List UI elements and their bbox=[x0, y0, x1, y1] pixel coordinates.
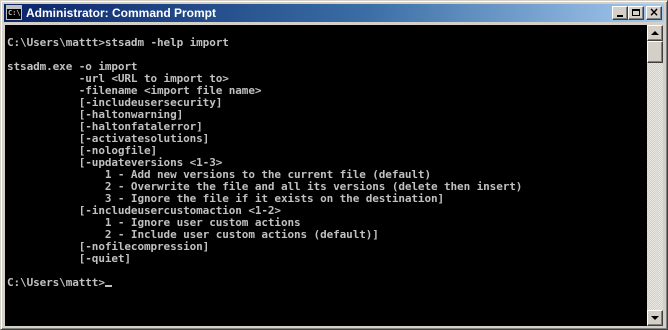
maximize-icon bbox=[632, 9, 640, 16]
vertical-scrollbar[interactable] bbox=[647, 25, 663, 326]
command-prompt-app-icon[interactable]: C:\ bbox=[6, 5, 22, 20]
window-title: Administrator: Command Prompt bbox=[26, 6, 217, 20]
console-line: [-quiet] bbox=[7, 252, 131, 265]
title-bar[interactable]: C:\ Administrator: Command Prompt × bbox=[4, 4, 664, 22]
close-button[interactable]: × bbox=[646, 5, 662, 20]
console-line: C:\Users\mattt>stsadm -help import bbox=[7, 36, 229, 49]
scroll-down-button[interactable] bbox=[647, 310, 663, 326]
scroll-down-arrow-icon bbox=[651, 316, 659, 320]
minimize-button[interactable] bbox=[612, 6, 628, 20]
maximize-button[interactable] bbox=[628, 6, 644, 20]
scrollbar-thumb[interactable] bbox=[647, 41, 663, 63]
scroll-up-button[interactable] bbox=[647, 25, 663, 41]
close-icon: × bbox=[648, 5, 660, 19]
text-cursor bbox=[104, 285, 112, 287]
command-prompt-window: C:\ Administrator: Command Prompt × C:\U… bbox=[0, 0, 668, 330]
console-line: C:\Users\mattt> bbox=[7, 277, 112, 289]
console-output-area[interactable]: C:\Users\mattt>stsadm -help import stsadm… bbox=[5, 25, 647, 326]
minimize-icon bbox=[617, 15, 623, 17]
app-icon-text: C:\ bbox=[8, 9, 21, 17]
scroll-up-arrow-icon bbox=[651, 31, 659, 35]
